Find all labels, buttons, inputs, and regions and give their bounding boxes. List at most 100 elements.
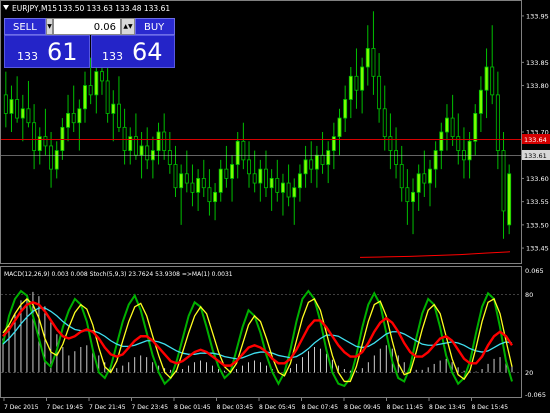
candle-body <box>207 187 212 203</box>
candle-body <box>377 75 382 110</box>
candle-body <box>456 136 461 151</box>
candle-body <box>399 164 404 189</box>
lot-decrease-button[interactable]: ▼ <box>46 18 53 35</box>
candle-body <box>167 150 172 165</box>
candle-body <box>32 122 37 151</box>
candle-body <box>162 131 167 151</box>
candle-body <box>428 168 432 184</box>
symbol-header: EURJPY,M15 133.50 133.63 133.48 133.61 <box>3 4 170 13</box>
candle-body <box>269 178 274 189</box>
candle-body <box>49 145 54 170</box>
time-tick-label: 8 Dec 09:45 <box>344 404 381 411</box>
candle-body <box>501 150 506 212</box>
candle-body <box>88 85 93 96</box>
candle-body <box>275 178 280 193</box>
candle-body <box>201 178 206 189</box>
candle-body <box>303 159 308 175</box>
buy-price-pips: 64 <box>132 38 163 66</box>
candle-body <box>445 117 449 133</box>
candle-body <box>26 108 31 124</box>
candle-body <box>371 48 376 77</box>
candle-body <box>196 178 201 193</box>
candle-body <box>422 173 427 184</box>
price-tick-label: 133.95 <box>526 12 549 20</box>
time-tick-label: 8 Dec 15:45 <box>472 404 509 411</box>
candle-body <box>365 48 370 68</box>
buy-price-prefix: 133 <box>102 50 123 63</box>
candle-body <box>230 164 235 179</box>
ohlc-values: 133.50 133.63 133.48 133.61 <box>58 4 170 13</box>
time-tick-label: 8 Dec 11:45 <box>387 404 424 411</box>
sell-price-prefix: 133 <box>17 50 38 63</box>
candle-body <box>66 113 70 128</box>
bid-price-tag-text: 133.61 <box>524 152 547 160</box>
lot-size-input[interactable]: 0.06 <box>53 18 121 35</box>
indicator-tick-80: 80 <box>525 291 533 299</box>
candle-body <box>411 191 415 203</box>
candle-body <box>360 66 365 91</box>
sell-button[interactable]: SELL <box>4 18 46 35</box>
candle-body <box>100 71 104 82</box>
candle-body <box>484 66 489 91</box>
candle-body <box>224 168 229 179</box>
one-click-trading-panel: SELL ▼ 0.06 ▲▼ BUY 133 61 133 64 <box>4 18 175 68</box>
candle-body <box>280 182 285 193</box>
candle-body <box>320 154 325 165</box>
lot-increase-button[interactable]: ▲▼ <box>121 18 135 35</box>
time-tick-label: 8 Dec 07:45 <box>302 404 339 411</box>
time-tick-label: 8 Dec 03:45 <box>217 404 254 411</box>
candle-body <box>297 173 302 189</box>
candle-body <box>71 113 76 124</box>
candle-body <box>190 182 195 193</box>
time-tick-label: 7 Dec 19:45 <box>47 404 84 411</box>
sell-price-box[interactable]: 133 61 <box>4 35 90 68</box>
candle-body <box>37 136 42 151</box>
price-tick-label: 133.85 <box>526 59 549 67</box>
candle-body <box>473 113 478 142</box>
candle-body <box>292 187 297 198</box>
candle-body <box>122 126 127 151</box>
candle-body <box>77 108 82 124</box>
candle-body <box>416 173 421 193</box>
candle-body <box>314 154 319 170</box>
candle-body <box>478 89 483 114</box>
candle-body <box>179 173 184 189</box>
candle-body <box>9 99 14 114</box>
candle-body <box>20 108 25 119</box>
candle-body <box>252 173 257 184</box>
price-tick-label: 133.45 <box>526 245 549 253</box>
candle-body <box>331 136 336 151</box>
ask-price-tag-text: 133.64 <box>524 136 547 144</box>
indicator-tick-20: 20 <box>525 369 533 377</box>
candle-body <box>116 103 121 128</box>
candle-body <box>128 136 133 151</box>
buy-button[interactable]: BUY <box>135 18 175 35</box>
candle-body <box>309 159 314 170</box>
candle-body <box>286 182 291 198</box>
candle-body <box>247 159 251 175</box>
indicator-tick-top: 0.065 <box>525 267 544 275</box>
candle-body <box>241 140 246 161</box>
candle-body <box>495 94 500 151</box>
candle-body <box>43 136 48 147</box>
candle-body <box>258 168 263 184</box>
candle-body <box>394 150 399 165</box>
time-tick-label: 7 Dec 23:45 <box>132 404 169 411</box>
candle-body <box>218 168 223 193</box>
candle-body <box>507 173 512 226</box>
candle-body <box>490 66 495 96</box>
price-tick-label: 133.60 <box>526 175 549 183</box>
candle-body <box>450 117 455 138</box>
candle-body <box>264 168 268 189</box>
indicator-tick-bottom: -0.065 <box>525 391 546 399</box>
candle-body <box>382 108 387 138</box>
candle-body <box>326 150 331 165</box>
candle-body <box>173 164 178 189</box>
candle-body <box>388 136 393 151</box>
buy-price-box[interactable]: 133 64 <box>91 35 175 68</box>
time-tick-label: 8 Dec 05:45 <box>259 404 296 411</box>
candle-body <box>184 173 189 184</box>
candle-body <box>156 131 161 151</box>
candle-body <box>343 99 348 119</box>
candle-body <box>348 75 353 100</box>
